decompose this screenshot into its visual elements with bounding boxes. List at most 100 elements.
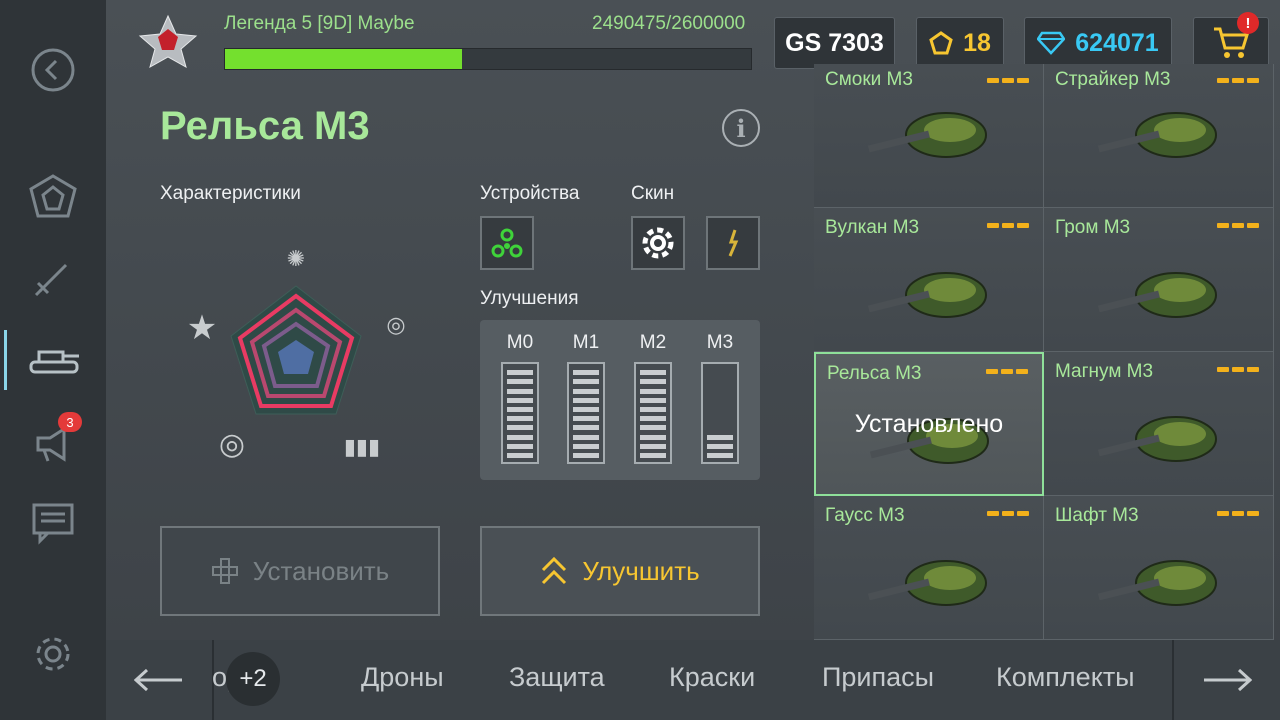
upgrade-segment (573, 370, 599, 376)
device-button[interactable] (480, 216, 534, 270)
item-name: Страйкер М3 (1055, 69, 1171, 90)
upgrade-segment (707, 453, 733, 458)
shop-alert-badge: ! (1237, 12, 1259, 34)
xp-text: 2490475/2600000 (592, 13, 746, 34)
damage-icon: ✺ (287, 246, 305, 271)
announcements-button[interactable] (0, 414, 106, 474)
plus-badge: +2 (226, 652, 280, 706)
garage-emblem-button[interactable] (0, 166, 106, 226)
upgrade-segment (507, 443, 533, 449)
item-card[interactable]: Гром М3 (1044, 208, 1274, 352)
gs-value: GS 7303 (785, 28, 884, 57)
weapons-button[interactable] (0, 248, 106, 308)
item-name: Магнум М3 (1055, 361, 1154, 382)
upgrade-segment (507, 434, 533, 440)
devices-label: Устройства (480, 183, 580, 204)
upgrade-segment (573, 407, 599, 412)
chat-icon (32, 503, 74, 545)
settings-button[interactable] (0, 624, 106, 684)
hulls-button[interactable] (0, 330, 106, 390)
turret-image (1097, 560, 1217, 606)
upgrade-bar (701, 362, 739, 464)
tab-supplies[interactable]: Припасы (822, 662, 934, 693)
upgrade-dots (987, 223, 1029, 228)
item-card[interactable]: Магнум М3 (1044, 352, 1274, 496)
back-button[interactable] (0, 40, 106, 100)
upgrade-segment (507, 379, 533, 385)
upgrade-segment (640, 434, 666, 440)
upgrade-segment (507, 388, 533, 394)
upgrade-segment (640, 388, 666, 394)
upgrade-column: М1 (566, 332, 606, 354)
item-card[interactable]: Смоки М3 (814, 64, 1044, 208)
upgrades-label: Улучшения (480, 288, 579, 309)
rank-star-icon (138, 14, 198, 68)
double-chevron-up-icon (542, 556, 567, 585)
target-icon: ◎ (219, 428, 245, 461)
upgrade-segment (707, 434, 733, 440)
upgrade-segment (707, 425, 733, 430)
turret-image (867, 272, 987, 318)
upgrade-column: М3 (700, 332, 740, 354)
upgrade-column: М0 (500, 332, 540, 354)
gear-score[interactable]: GS 7303 (774, 17, 895, 69)
upgrade-segment (707, 416, 733, 421)
back-arrow-icon (31, 48, 75, 92)
upgrade-segment (707, 398, 733, 403)
skin-button[interactable] (631, 216, 685, 270)
tab-kits[interactable]: Комплекты (996, 662, 1135, 693)
upgrade-segment (707, 407, 733, 412)
upgrade-label: М0 (506, 332, 534, 353)
prev-tab-button[interactable] (106, 640, 212, 720)
lightning-icon (728, 229, 739, 257)
upgrade-segment (507, 397, 533, 403)
upgrade-segment (507, 453, 533, 458)
device-icon (491, 228, 523, 258)
next-tab-button[interactable] (1174, 640, 1280, 720)
turret-image (1097, 416, 1217, 462)
upgrade-dots (1217, 367, 1259, 372)
item-card[interactable]: Вулкан М3 (814, 208, 1044, 352)
crystals-counter[interactable]: 18 (916, 17, 1004, 69)
item-name: Рельса М3 (827, 363, 922, 384)
upgrade-segment (573, 388, 599, 394)
characteristics-radar: ✺ ◎ ★ ◎ ▮▮▮ (187, 246, 406, 461)
right-arrow-icon (1204, 668, 1252, 692)
diamonds-counter[interactable]: 624071 (1024, 17, 1172, 69)
upgrade-column: М2 (633, 332, 673, 354)
tab-protection[interactable]: Защита (509, 662, 605, 693)
upgrade-dots (1217, 511, 1259, 516)
star-icon: ★ (187, 309, 217, 347)
item-card[interactable]: Рельса М3 Установлено (814, 352, 1044, 496)
item-card[interactable]: Гаусс М3 (814, 496, 1044, 640)
upgrade-segment (707, 389, 733, 394)
upgrade-button[interactable]: Улучшить (480, 526, 760, 616)
install-label: Установить (252, 555, 390, 586)
skin-alt-button[interactable] (706, 216, 760, 270)
upgrade-segment (573, 379, 599, 385)
upgrade-label: М1 (572, 332, 600, 353)
turret-image (1097, 272, 1217, 318)
install-button[interactable]: Установить (160, 526, 440, 616)
upgrade-segment (707, 443, 733, 449)
xp-bar (224, 48, 752, 70)
upgrade-label: М3 (706, 332, 734, 353)
skin-label: Скин (631, 183, 675, 204)
upgrade-dots (987, 511, 1029, 516)
upgrade-segment (640, 425, 666, 431)
reload-icon: ◎ (386, 312, 405, 337)
upgrade-segment (573, 416, 599, 422)
upgrade-segment (507, 407, 533, 412)
sword-icon (34, 263, 68, 297)
item-card[interactable]: Страйкер М3 (1044, 64, 1274, 208)
tab-paints[interactable]: Краски (669, 662, 755, 693)
chat-button[interactable] (0, 492, 106, 552)
gear-icon (36, 637, 70, 671)
item-card[interactable]: Шафт М3 (1044, 496, 1274, 640)
item-name: Гром М3 (1055, 217, 1131, 238)
tab-drones[interactable]: Дроны (361, 662, 444, 693)
info-icon[interactable]: i (722, 109, 760, 147)
item-name: Смоки М3 (825, 69, 913, 90)
item-name: Вулкан М3 (825, 217, 920, 238)
rank-name: Легенда 5 [9D] Maybe (224, 13, 415, 34)
